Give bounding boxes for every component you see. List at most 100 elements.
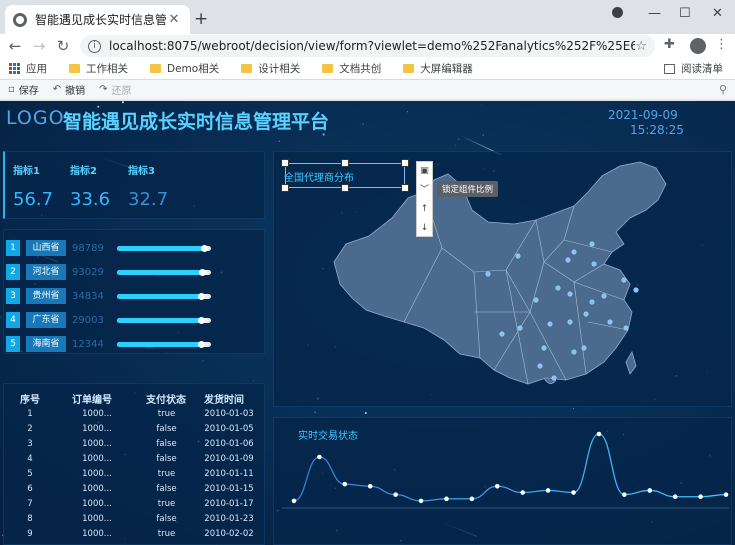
table-cell: 1000...	[82, 409, 112, 419]
close-tab-icon[interactable]: ✕	[166, 12, 182, 27]
agent-point	[571, 249, 577, 255]
indicator-label: 指标2	[70, 166, 97, 177]
agent-point	[541, 345, 547, 351]
dashboard-date: 2021-09-09	[608, 108, 678, 122]
reading-list-button[interactable]: 阅读清单	[664, 61, 723, 76]
bookmark-apps[interactable]: 应用	[9, 61, 47, 76]
rank-progress-fill	[117, 293, 204, 299]
new-tab-button[interactable]: +	[194, 9, 208, 29]
table-cell: 4	[27, 454, 33, 464]
agent-point	[499, 331, 505, 337]
ranking-row: 3 贵州省 34834	[6, 288, 211, 304]
agent-point	[565, 257, 571, 263]
province-name: 海南省	[26, 336, 66, 352]
rank-progress-bar	[117, 244, 211, 252]
folder-icon	[403, 64, 415, 73]
reload-button[interactable]: ↻	[51, 37, 75, 55]
data-point	[291, 498, 297, 504]
indicator-panel[interactable]: 指标1 56.7 指标2 33.6 指标3 32.7	[3, 151, 265, 219]
order-table[interactable]: 序号 订单编号 支付状态 发货时间 1 1000... true 2010-01-03…	[3, 383, 265, 545]
bookmark-label: 设计相关	[258, 63, 301, 75]
resize-handle[interactable]	[401, 184, 409, 192]
move-down-icon[interactable]: ↓	[421, 219, 429, 238]
minimize-button[interactable]: —	[648, 6, 661, 21]
table-header: 发货时间	[204, 395, 244, 406]
agent-point	[567, 291, 573, 297]
undo-icon: ↶	[52, 84, 62, 95]
agent-point	[485, 271, 491, 277]
data-point	[469, 496, 475, 502]
forward-button[interactable]: →	[27, 37, 51, 55]
table-cell: 6	[27, 484, 33, 494]
province-ranking-panel[interactable]: 1 山西省 98789 2 河北省 93029 3 贵州省 34834 4 广东…	[3, 229, 265, 354]
url-text: localhost:8075/webroot/decision/view/for…	[109, 39, 636, 53]
indicator-label: 指标3	[128, 166, 155, 177]
province-name: 广东省	[26, 312, 66, 328]
table-cell: 1000...	[82, 514, 112, 524]
browser-tab[interactable]: 智能遇见成长实时信息管理平台 ✕	[5, 5, 190, 34]
data-point	[672, 494, 678, 500]
redo-icon: ↷	[99, 84, 108, 95]
bookmark-folder[interactable]: Demo相关	[150, 61, 219, 76]
resize-handle[interactable]	[281, 184, 289, 192]
star	[202, 360, 204, 362]
bookmark-label: 文档共创	[339, 63, 382, 75]
extensions-icon[interactable]: ✚	[664, 37, 675, 52]
redo-button[interactable]: ↷ 还原	[99, 82, 131, 97]
rank-value: 12344	[72, 338, 104, 350]
data-point	[393, 492, 398, 497]
bookmark-folder[interactable]: 文档共创	[322, 61, 381, 76]
bookmark-star-icon[interactable]: ☆	[635, 39, 647, 54]
bookmark-label: Demo相关	[167, 63, 220, 75]
agent-point	[533, 297, 539, 303]
bookmark-folder[interactable]: 大屏编辑器	[403, 61, 473, 76]
bookmark-folder[interactable]: 工作相关	[69, 61, 128, 76]
data-point	[494, 483, 500, 489]
undo-button[interactable]: ↶ 撤销	[53, 82, 85, 97]
move-up-icon[interactable]: ↑	[421, 200, 429, 219]
dashboard-title: 智能遇见成长实时信息管理平台	[63, 111, 330, 133]
back-button[interactable]: ←	[3, 37, 27, 55]
province-name: 山西省	[26, 240, 66, 256]
resize-handle[interactable]	[281, 159, 289, 167]
resize-handle[interactable]	[341, 184, 349, 192]
tab-title: 智能遇见成长实时信息管理平台	[35, 13, 166, 27]
profile-dropdown-icon[interactable]	[612, 7, 623, 18]
data-point	[723, 492, 729, 497]
table-header: 订单编号	[72, 395, 112, 406]
star	[572, 408, 574, 410]
bookmark-label: 应用	[26, 63, 47, 75]
data-point	[520, 490, 526, 495]
star	[121, 101, 124, 104]
table-cell: 3	[27, 439, 33, 449]
data-point	[596, 431, 602, 437]
info-icon[interactable]: i	[88, 39, 101, 53]
maximize-button[interactable]: ☐	[679, 6, 691, 21]
folder-icon	[69, 64, 80, 73]
rank-progress-bar	[117, 292, 211, 300]
ranking-row: 2 河北省 93029	[6, 264, 211, 280]
collapse-icon[interactable]: ﹀	[420, 181, 429, 200]
taiwan-island	[625, 351, 637, 375]
bookmark-folder[interactable]: 设计相关	[241, 61, 300, 76]
ranking-row: 4 广东省 29003	[6, 312, 211, 328]
save-button[interactable]: ▫ 保存	[8, 82, 39, 97]
address-bar[interactable]: i localhost:8075/webroot/decision/view/f…	[80, 35, 655, 57]
table-cell: 9	[27, 529, 33, 539]
rank-progress-dot	[198, 292, 206, 300]
browser-toolbar: ← → ↻ i localhost:8075/webroot/decision/…	[0, 34, 735, 58]
menu-icon[interactable]: ⋮	[715, 37, 728, 52]
folder-icon	[241, 64, 253, 73]
undo-label: 撤销	[65, 86, 86, 97]
close-window-button[interactable]: ✕	[712, 6, 723, 21]
indicator-2: 指标2 33.6	[70, 162, 110, 210]
data-point	[647, 488, 653, 493]
resize-handle[interactable]	[401, 159, 409, 167]
star	[253, 380, 254, 382]
resize-handle[interactable]	[341, 159, 349, 167]
save-label: 保存	[18, 86, 39, 97]
pin-icon[interactable]: ⚲	[719, 83, 727, 96]
bookmark-label: 工作相关	[86, 63, 128, 75]
lock-ratio-icon[interactable]: ▣	[420, 162, 429, 181]
avatar[interactable]	[690, 38, 706, 54]
